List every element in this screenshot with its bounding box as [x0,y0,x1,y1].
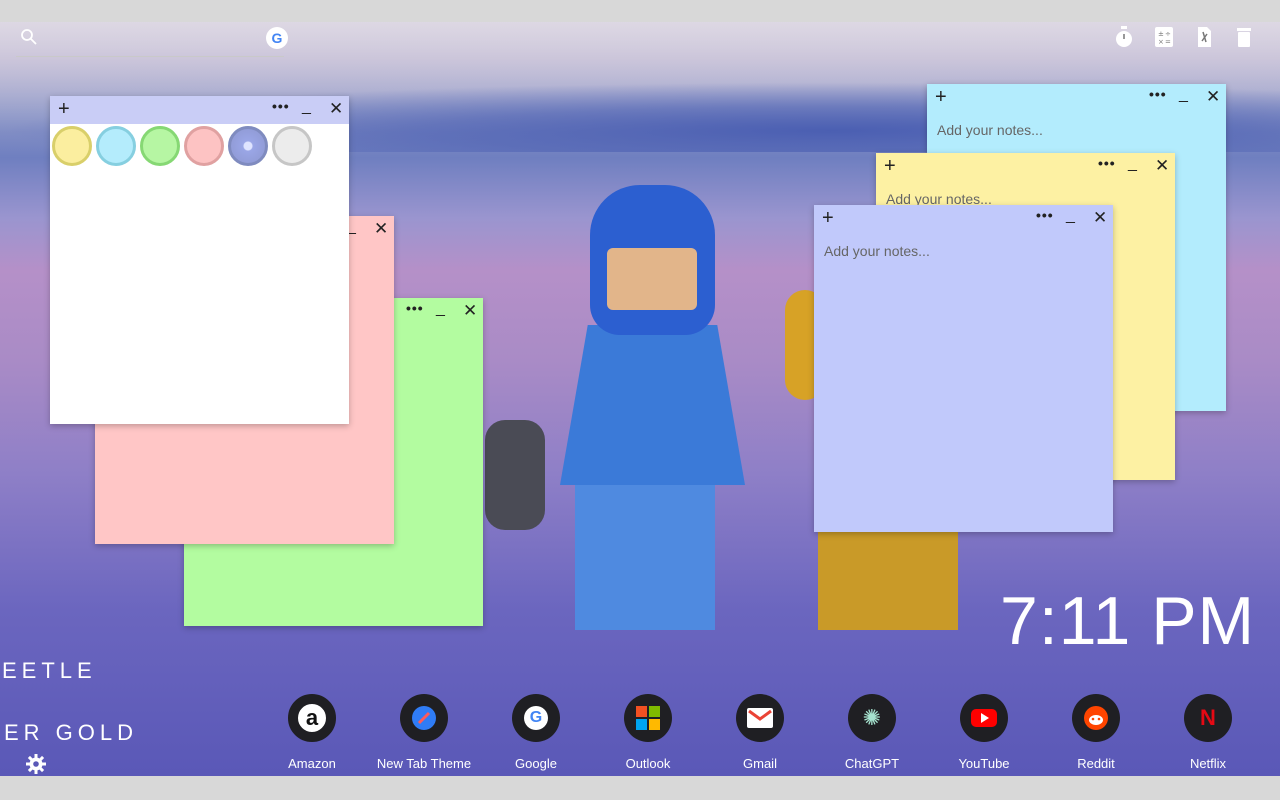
color-swatch-yellow[interactable] [52,126,92,166]
color-swatch-pink[interactable] [184,126,224,166]
netflix-icon[interactable]: N [1184,694,1232,742]
minimize-button[interactable]: _ [1066,207,1075,225]
blue-figure-legs [575,480,715,630]
shortcut-label: ChatGPT [844,756,900,771]
color-swatch-periwinkle-selected[interactable] [228,126,268,166]
minimize-button[interactable]: _ [302,98,311,116]
shortcut-youtube[interactable]: YouTube [934,694,1034,771]
tools-icon[interactable] [1194,26,1214,48]
shortcut-chatgpt[interactable]: ✺ ChatGPT [822,694,922,771]
shortcut-label: Amazon [288,756,336,771]
close-button[interactable]: ✕ [329,99,343,119]
shortcut-google[interactable]: G Google [486,694,586,771]
more-options-button[interactable]: ••• [1098,155,1116,171]
svg-text:=: = [1165,38,1171,46]
top-frame [0,0,1280,22]
youtube-icon[interactable] [960,694,1008,742]
svg-text:÷: ÷ [1165,30,1171,38]
shortcut-new-tab-theme[interactable]: New Tab Theme [374,694,474,771]
reddit-icon[interactable] [1072,694,1120,742]
search-bar[interactable]: G [16,26,288,57]
note-header: + ••• _ ✕ [50,96,349,124]
color-swatch-green[interactable] [140,126,180,166]
gear-icon[interactable] [26,754,46,774]
close-button[interactable]: ✕ [1155,156,1169,176]
add-note-button[interactable]: + [822,208,834,228]
add-note-button[interactable]: + [935,87,947,107]
color-swatch-cyan[interactable] [96,126,136,166]
wallpaper-caption-line1: EETLE [2,658,97,683]
new-tab-theme-icon[interactable] [400,694,448,742]
trash-icon[interactable] [1234,26,1254,48]
stopwatch-icon[interactable] [1114,26,1134,48]
figure-tool [485,420,545,530]
amazon-icon[interactable]: a [288,694,336,742]
blue-figure-torso [560,325,745,485]
search-icon[interactable] [20,28,38,46]
note-textarea[interactable]: Add your notes... [937,122,1043,138]
shortcut-outlook[interactable]: Outlook [598,694,698,771]
svg-text:×: × [1158,38,1164,46]
close-button[interactable]: ✕ [463,301,477,321]
minimize-button[interactable]: _ [1179,86,1188,104]
shortcut-label: Reddit [1077,756,1115,771]
wallpaper-caption-line2: ER GOLD [4,720,139,745]
close-button[interactable]: ✕ [374,219,388,239]
close-button[interactable]: ✕ [1093,208,1107,228]
shortcut-label: New Tab Theme [376,756,472,771]
more-options-button[interactable]: ••• [406,300,424,316]
shortcut-label: Gmail [743,756,777,771]
bottom-frame [0,776,1280,800]
svg-text:±: ± [1158,30,1164,38]
blue-figure-face [607,248,697,310]
gmail-icon[interactable] [736,694,784,742]
note-header: + ••• _ ✕ [927,84,1226,112]
more-options-button[interactable]: ••• [1149,86,1167,102]
add-note-button[interactable]: + [58,99,70,119]
color-swatch-gray[interactable] [272,126,312,166]
close-button[interactable]: ✕ [1206,87,1220,107]
outlook-icon[interactable] [624,694,672,742]
minimize-button[interactable]: _ [1128,155,1137,173]
shortcut-label: Google [515,756,557,771]
note-header: + ••• _ ✕ [814,205,1113,233]
note-header: + ••• _ ✕ [876,153,1175,181]
more-options-button[interactable]: ••• [1036,207,1054,223]
shortcut-label: YouTube [958,756,1010,771]
note-textarea[interactable]: Add your notes... [824,243,930,259]
color-palette [52,126,312,166]
shortcut-amazon[interactable]: a Amazon [262,694,362,771]
clock: 7:11 PM [1000,583,1256,659]
google-icon[interactable]: G [512,694,560,742]
shortcut-netflix[interactable]: N Netflix [1158,694,1258,771]
sticky-note-periwinkle[interactable]: + ••• _ ✕ Add your notes... [814,205,1113,532]
sticky-note-white[interactable]: + ••• _ ✕ [50,96,349,424]
calculator-icon[interactable]: ± ÷ × = [1154,26,1174,48]
shortcut-label: Outlook [625,756,671,771]
add-note-button[interactable]: + [884,156,896,176]
chatgpt-icon[interactable]: ✺ [848,694,896,742]
minimize-button[interactable]: _ [436,300,445,318]
google-icon[interactable]: G [266,27,288,49]
shortcut-label: Netflix [1189,756,1227,771]
shortcut-gmail[interactable]: Gmail [710,694,810,771]
shortcut-reddit[interactable]: Reddit [1046,694,1146,771]
more-options-button[interactable]: ••• [272,98,290,114]
